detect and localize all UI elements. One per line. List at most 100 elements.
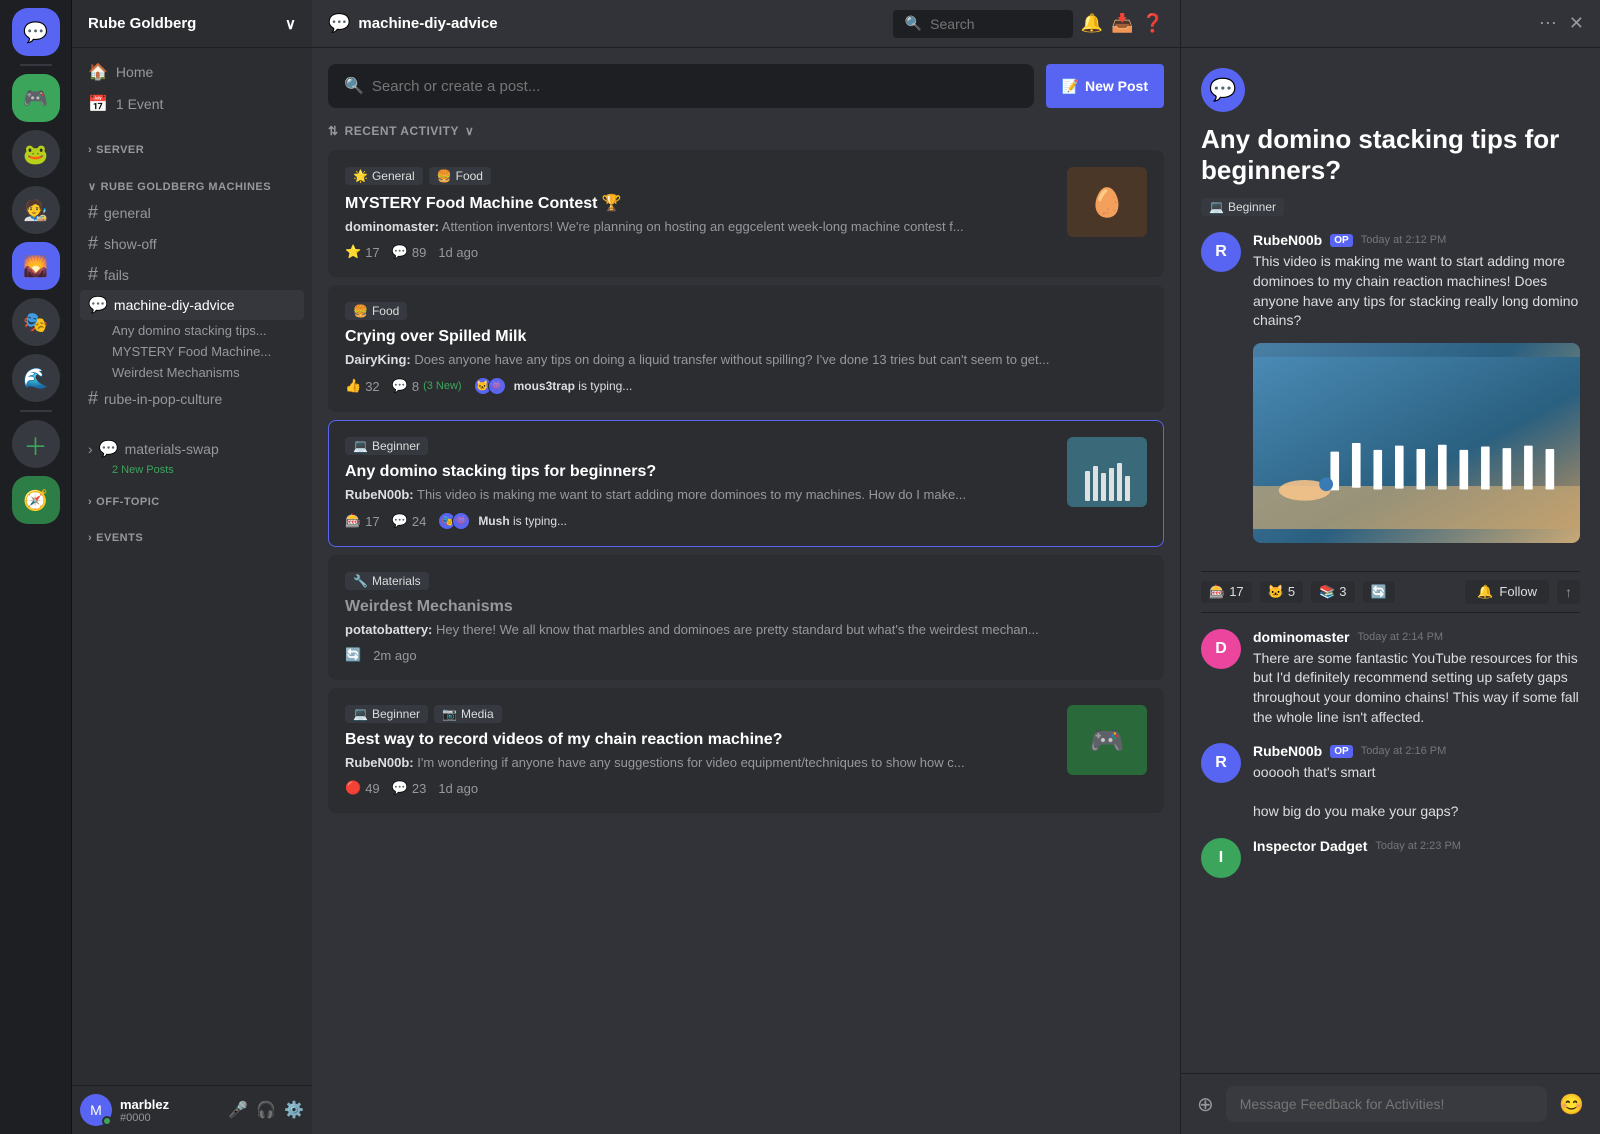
thread-weirdest[interactable]: Weirdest Mechanisms bbox=[80, 362, 304, 383]
search-icon: 🔍 bbox=[905, 15, 922, 32]
post-preview-record: RubeN00b: I'm wondering if anyone have a… bbox=[345, 755, 984, 770]
post-title-domino: Any domino stacking tips for beginners? bbox=[345, 463, 1055, 481]
share-icon: ↑ bbox=[1565, 584, 1572, 600]
section-header-events-sidebar[interactable]: › EVENTS bbox=[80, 532, 304, 544]
server-icon-5[interactable]: 🎭 bbox=[12, 298, 60, 346]
reaction-count-2: 5 bbox=[1288, 584, 1295, 599]
channel-show-off[interactable]: # show-off bbox=[80, 228, 304, 259]
thread-domino-stacking[interactable]: Any domino stacking tips... bbox=[80, 320, 304, 341]
add-server-button[interactable]: ＋ bbox=[12, 420, 60, 468]
post-card-milk[interactable]: 🍔 Food Crying over Spilled Milk DairyKin… bbox=[328, 285, 1164, 412]
search-box[interactable]: 🔍 bbox=[893, 10, 1073, 38]
comment-icon-domino: 💬 bbox=[392, 513, 408, 529]
reaction-slot-2[interactable]: 🐱 5 bbox=[1260, 581, 1303, 603]
share-button[interactable]: ↑ bbox=[1557, 580, 1580, 604]
reaction-bar: 🎰 17 🐱 5 📚 3 🔄 🔔 Follow ↑ bbox=[1201, 571, 1580, 613]
post-card-domino[interactable]: 💻 Beginner Any domino stacking tips for … bbox=[328, 420, 1164, 547]
server-icon-4-active[interactable]: 🌄 bbox=[12, 242, 60, 290]
reaction-avatars-milk: 🐱 👾 bbox=[474, 377, 502, 395]
post-footer-milk: 👍 32 💬 8 (3 New) 🐱 👾 mous3trap is typing… bbox=[345, 377, 1147, 395]
tag-materials-label: Materials bbox=[372, 574, 421, 588]
dropdown-arrow[interactable]: ∨ bbox=[465, 124, 474, 138]
channel-icon: 💬 bbox=[328, 13, 350, 34]
tag-food-milk-icon: 🍔 bbox=[353, 304, 368, 318]
notifications-icon[interactable]: 🔔 bbox=[1081, 13, 1103, 34]
new-post-button[interactable]: 📝 New Post bbox=[1046, 64, 1164, 108]
message-input[interactable] bbox=[1226, 1086, 1547, 1122]
comment-author-inspector: Inspector Dadget bbox=[1253, 838, 1367, 854]
tag-beginner-domino-label: Beginner bbox=[372, 439, 420, 453]
thumbup-icon: 👍 bbox=[345, 378, 361, 394]
reaction-emoji-1: 🎰 bbox=[1209, 584, 1225, 600]
comments-count-milk: 8 bbox=[412, 379, 419, 394]
post-card-mystery-food[interactable]: 🌟 General 🍔 Food MYSTERY Food Machine Co… bbox=[328, 150, 1164, 277]
settings-icon[interactable]: ⚙️ bbox=[284, 1100, 304, 1120]
server-icon-2[interactable]: 🐸 bbox=[12, 130, 60, 178]
reaction-slot-1[interactable]: 🎰 17 bbox=[1201, 581, 1252, 603]
discover-button[interactable]: 🧭 bbox=[12, 476, 60, 524]
avatar-inspector: I bbox=[1201, 838, 1241, 878]
server-icon-3[interactable]: 🧑‍🎨 bbox=[12, 186, 60, 234]
emoji-picker-button[interactable]: 😊 bbox=[1559, 1092, 1584, 1117]
server-header[interactable]: Rube Goldberg ∨ bbox=[72, 0, 312, 48]
post-time-weirdest: 2m ago bbox=[373, 648, 416, 663]
reaction-slot-3[interactable]: 📚 3 bbox=[1311, 581, 1354, 603]
sidebar-item-home[interactable]: 🏠 Home bbox=[80, 56, 304, 88]
server-icon-6[interactable]: 🌊 bbox=[12, 354, 60, 402]
help-icon[interactable]: ❓ bbox=[1142, 13, 1164, 34]
search-create-input[interactable] bbox=[372, 78, 1018, 95]
section-header-rube[interactable]: ∨ RUBE GOLDBERG MACHINES bbox=[80, 180, 304, 193]
add-message-icon[interactable]: ⊕ bbox=[1197, 1092, 1214, 1117]
headset-icon[interactable]: 🎧 bbox=[256, 1100, 276, 1120]
forum-top-bar: 🔍 📝 New Post bbox=[328, 64, 1164, 108]
icon-bar-divider bbox=[20, 64, 52, 66]
comment-icon: 💬 bbox=[392, 244, 408, 260]
channel-section-events: › EVENTS bbox=[72, 516, 312, 552]
close-icon[interactable]: ✕ bbox=[1569, 13, 1584, 34]
channel-fails[interactable]: # fails bbox=[80, 259, 304, 290]
tag-food-icon: 🍔 bbox=[437, 169, 452, 183]
reaction-avatar-2: 👾 bbox=[488, 377, 506, 395]
section-header-server[interactable]: › SERVER bbox=[80, 144, 304, 156]
tag-materials-icon: 🔧 bbox=[353, 574, 368, 588]
reaction-emoji-3: 📚 bbox=[1319, 584, 1335, 600]
reaction-add-btn[interactable]: 🔄 bbox=[1363, 581, 1395, 603]
forum-body: 🔍 📝 New Post ⇅ RECENT ACTIVITY ∨ 🌟 bbox=[312, 48, 1180, 1134]
more-options-icon[interactable]: ⋯ bbox=[1539, 13, 1557, 34]
server-dropdown-icon[interactable]: ∨ bbox=[285, 15, 296, 33]
post-card-record[interactable]: 💻 Beginner 📷 Media Best way to record vi… bbox=[328, 688, 1164, 813]
post-tags-mystery: 🌟 General 🍔 Food bbox=[345, 167, 1055, 185]
post-card-weirdest[interactable]: 🔧 Materials Weirdest Mechanisms potatoba… bbox=[328, 555, 1164, 680]
reactions-icon-record: 🔴 bbox=[345, 780, 361, 796]
follow-button[interactable]: 🔔 Follow bbox=[1465, 580, 1549, 604]
post-card-domino-inner: 💻 Beginner Any domino stacking tips for … bbox=[345, 437, 1147, 530]
channel-machine-diy[interactable]: 💬 machine-diy-advice bbox=[80, 290, 304, 320]
channel-pop-culture[interactable]: # rube-in-pop-culture bbox=[80, 383, 304, 414]
home-icon: 🏠 bbox=[88, 62, 108, 82]
tag-beginner-right-label: Beginner bbox=[1228, 200, 1276, 214]
search-input[interactable] bbox=[930, 16, 1050, 32]
post-tags-milk: 🍔 Food bbox=[345, 302, 1147, 320]
channel-general[interactable]: # general bbox=[80, 197, 304, 228]
discord-home-button[interactable]: 💬 bbox=[12, 8, 60, 56]
op-badge-1: OP bbox=[1330, 234, 1352, 247]
reactions-count-domino: 17 bbox=[365, 514, 379, 529]
comment-content-dominomaster: dominomaster Today at 2:14 PM There are … bbox=[1253, 629, 1580, 727]
new-badge-milk: (3 New) bbox=[423, 380, 462, 392]
thread-mystery-food[interactable]: MYSTERY Food Machine... bbox=[80, 341, 304, 362]
inbox-icon[interactable]: 📥 bbox=[1111, 13, 1133, 34]
search-create-bar[interactable]: 🔍 bbox=[328, 64, 1034, 108]
comments-item-domino: 💬 24 bbox=[392, 513, 427, 529]
section-collapse-icon: › bbox=[88, 144, 92, 156]
microphone-icon[interactable]: 🎤 bbox=[228, 1100, 248, 1120]
post-preview-milk: DairyKing: Does anyone have any tips on … bbox=[345, 352, 1067, 367]
domino-piece-2 bbox=[1093, 466, 1098, 501]
tag-beginner-domino: 💻 Beginner bbox=[345, 437, 428, 455]
follow-label: Follow bbox=[1499, 584, 1537, 599]
server-icon-1[interactable]: 🎮 bbox=[12, 74, 60, 122]
reaction-count-1: 17 bbox=[1229, 584, 1243, 599]
sidebar-item-events[interactable]: 📅 1 Event bbox=[80, 88, 304, 120]
section-header-off-topic[interactable]: › OFF-TOPIC bbox=[80, 496, 304, 508]
channel-materials-swap[interactable]: › 💬 materials-swap bbox=[80, 434, 304, 464]
tag-food-milk: 🍔 Food bbox=[345, 302, 407, 320]
